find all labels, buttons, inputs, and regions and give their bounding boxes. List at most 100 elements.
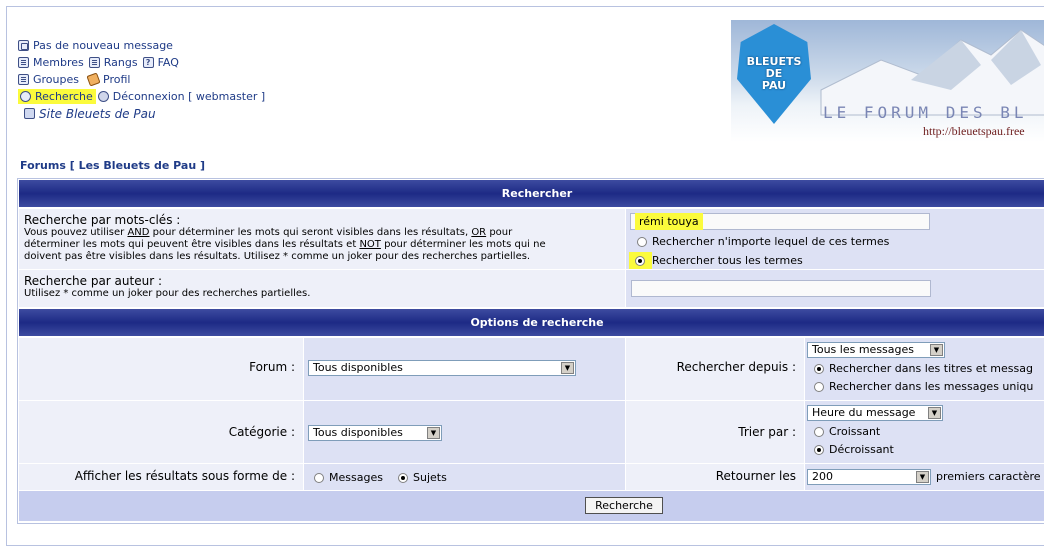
ascending-label: Croissant	[829, 425, 881, 438]
logout-icon	[97, 91, 109, 102]
nav-row-2: Membres Rangs ? FAQ	[18, 54, 348, 71]
all-terms-label: Rechercher tous les termes	[652, 254, 803, 267]
sort-label-cell: Trier par :	[626, 401, 804, 463]
keywords-input[interactable]: rémi touya	[630, 213, 930, 230]
descending-option[interactable]: Décroissant	[814, 443, 894, 456]
nav-row-3: Groupes Profil	[18, 71, 348, 88]
display-topics-label: Sujets	[413, 471, 447, 484]
sort-select[interactable]: Heure du message ▼	[807, 405, 943, 421]
forum-select[interactable]: Tous disponibles ▼	[308, 360, 576, 376]
breadcrumb[interactable]: Forums [ Les Bleuets de Pau ]	[20, 159, 205, 172]
help-text-2: pour déterminer les mots qui seront visi…	[149, 227, 472, 238]
profile-link[interactable]: Profil	[102, 73, 131, 86]
sort-select-value: Heure du message	[812, 406, 916, 419]
groups-icon	[18, 74, 29, 85]
ranks-icon	[88, 57, 100, 68]
display-messages-option[interactable]: Messages	[314, 471, 383, 484]
return-select-value: 200	[812, 470, 833, 483]
display-options-cell: Messages Sujets	[304, 464, 625, 490]
profile-icon	[86, 72, 101, 87]
titles-messages-option[interactable]: Rechercher dans les titres et messag	[814, 362, 1033, 375]
sort-label: Trier par :	[738, 425, 796, 439]
ranks-link[interactable]: Rangs	[103, 56, 139, 69]
help-or: OR	[471, 227, 487, 238]
members-icon	[18, 57, 29, 68]
help-text-1: Vous pouvez utiliser	[24, 227, 128, 238]
keywords-value: rémi touya	[635, 213, 703, 230]
category-select-cell: Tous disponibles ▼	[304, 401, 625, 463]
since-label-cell: Rechercher depuis :	[626, 338, 804, 400]
keywords-help: Vous pouvez utiliser AND pour déterminer…	[24, 227, 620, 263]
options-header: Options de recherche	[19, 309, 1044, 336]
chevron-down-icon: ▼	[928, 407, 941, 419]
keywords-label-cell: Recherche par mots-clés : Vous pouvez ut…	[19, 209, 625, 269]
members-link[interactable]: Membres	[32, 56, 85, 69]
header-nav: Pas de nouveau message Membres Rangs ? F…	[18, 37, 348, 122]
category-label: Catégorie :	[228, 425, 295, 439]
help-not: NOT	[359, 239, 381, 250]
ascending-option[interactable]: Croissant	[814, 425, 880, 438]
category-select-value: Tous disponibles	[313, 426, 403, 439]
display-label-cell: Afficher les résultats sous forme de :	[19, 464, 303, 490]
help-text-4: déterminer les mots qui peuvent être vis…	[24, 239, 360, 250]
keywords-label: Recherche par mots-clés :	[24, 213, 181, 227]
chevron-down-icon: ▼	[930, 344, 943, 356]
submit-row: Recherche	[19, 491, 1044, 521]
display-label: Afficher les résultats sous forme de :	[74, 469, 295, 483]
site-link[interactable]: Site Bleuets de Pau	[38, 107, 157, 121]
logout-link[interactable]: Déconnexion [ webmaster ]	[112, 90, 266, 103]
all-terms-highlight	[629, 252, 652, 269]
faq-link[interactable]: FAQ	[157, 56, 180, 69]
help-icon: ?	[142, 57, 154, 68]
search-submit-button[interactable]: Recherche	[585, 497, 663, 514]
author-input[interactable]	[631, 280, 931, 297]
groups-link[interactable]: Groupes	[32, 73, 80, 86]
all-terms-option[interactable]: Rechercher tous les termes	[629, 252, 803, 269]
titles-messages-radio[interactable]	[814, 363, 824, 374]
message-icon	[18, 40, 29, 51]
descending-label: Décroissant	[829, 443, 894, 456]
any-terms-label: Rechercher n'importe lequel de ces terme…	[652, 235, 890, 248]
forum-banner: BLEUETS DE PAU LE FORUM DES BL http://bl…	[731, 20, 1044, 142]
nav-row-1: Pas de nouveau message	[18, 37, 348, 54]
crest-line-3: PAU	[761, 79, 787, 92]
messages-only-radio[interactable]	[814, 381, 824, 392]
search-link[interactable]: Recherche	[34, 90, 94, 103]
banner-url: http://bleuetspau.free	[923, 124, 1025, 138]
category-select[interactable]: Tous disponibles ▼	[308, 425, 442, 441]
messages-only-option[interactable]: Rechercher dans les messages uniqu	[814, 380, 1033, 393]
chevron-down-icon: ▼	[561, 362, 574, 374]
search-highlight: Recherche	[18, 89, 96, 104]
ascending-radio[interactable]	[814, 426, 824, 437]
help-text-3: pour	[486, 227, 513, 238]
nav-row-4: Recherche Déconnexion [ webmaster ]	[18, 88, 348, 105]
author-input-cell	[626, 270, 1044, 307]
return-suffix: premiers caractère	[936, 470, 1041, 483]
site-icon	[24, 108, 35, 119]
descending-radio[interactable]	[814, 444, 824, 455]
forum-label-cell: Forum :	[19, 338, 303, 400]
display-messages-radio[interactable]	[314, 472, 324, 483]
return-label: Retourner les	[715, 469, 796, 483]
search-icon	[20, 91, 31, 102]
display-messages-label: Messages	[329, 471, 383, 484]
help-text-6: doivent pas être visibles dans les résul…	[24, 251, 531, 262]
banner-title: LE FORUM DES BL	[823, 103, 1028, 122]
since-select[interactable]: Tous les messages ▼	[807, 342, 945, 358]
author-label-cell: Recherche par auteur : Utilisez * comme …	[19, 270, 625, 307]
return-select[interactable]: 200 ▼	[807, 469, 931, 485]
display-topics-option[interactable]: Sujets	[398, 471, 447, 484]
author-label: Recherche par auteur :	[24, 274, 162, 288]
any-terms-option[interactable]: Rechercher n'importe lequel de ces terme…	[637, 235, 889, 248]
author-help: Utilisez * comme un joker pour des reche…	[24, 288, 311, 299]
all-terms-radio[interactable]	[635, 256, 645, 266]
display-topics-radio[interactable]	[398, 472, 408, 483]
messages-only-label: Rechercher dans les messages uniqu	[829, 380, 1034, 393]
any-terms-radio[interactable]	[637, 236, 647, 247]
chevron-down-icon: ▼	[427, 427, 440, 439]
forum-select-cell: Tous disponibles ▼	[304, 338, 625, 400]
help-text-5: pour déterminer les mots qui ne	[380, 239, 546, 250]
forum-select-value: Tous disponibles	[313, 361, 403, 374]
since-select-value: Tous les messages	[812, 343, 914, 356]
no-new-messages-link[interactable]: Pas de nouveau message	[32, 39, 174, 52]
